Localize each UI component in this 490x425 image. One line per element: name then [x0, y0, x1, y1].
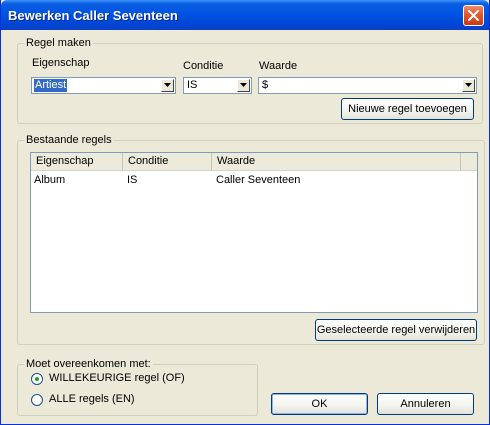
- chevron-down-icon: [240, 83, 247, 87]
- radio-all-label: ALLE regels (EN): [49, 393, 135, 405]
- property-select[interactable]: Artiest: [31, 77, 176, 94]
- window-title: Bewerken Caller Seventeen: [8, 8, 178, 23]
- radio-any-indicator[interactable]: [31, 373, 43, 385]
- condition-selected-value: IS: [187, 79, 198, 91]
- row-condition: IS: [127, 174, 138, 186]
- column-header-property[interactable]: Eigenschap: [31, 153, 123, 171]
- radio-all[interactable]: ALLE regels (EN): [31, 393, 231, 407]
- value-select[interactable]: $: [258, 77, 477, 94]
- edit-dialog: Bewerken Caller Seventeen Regel maken Ei…: [0, 0, 490, 425]
- match-legend: Moet overeenkomen met:: [26, 358, 151, 370]
- existing-rules-legend: Bestaande regels: [26, 134, 112, 146]
- value-label: Waarde: [259, 60, 298, 72]
- close-button[interactable]: [463, 5, 484, 26]
- remove-rule-button[interactable]: Geselecteerde regel verwijderen: [315, 319, 477, 341]
- ok-button[interactable]: OK: [271, 393, 368, 415]
- chevron-down-icon: [465, 83, 472, 87]
- close-icon: [468, 10, 479, 21]
- match-group: Moet overeenkomen met:: [17, 358, 258, 416]
- condition-label: Conditie: [183, 60, 224, 72]
- property-label: Eigenschap: [32, 57, 90, 69]
- condition-select[interactable]: IS: [183, 77, 252, 94]
- add-rule-button[interactable]: Nieuwe regel toevoegen: [341, 98, 474, 120]
- value-selected-value: $: [262, 79, 269, 91]
- value-dropdown-button[interactable]: [462, 79, 475, 92]
- radio-any[interactable]: WILLEKEURIGE regel (OF): [31, 372, 231, 386]
- column-header-condition[interactable]: Conditie: [123, 153, 212, 171]
- rules-list[interactable]: Eigenschap Conditie Waarde Album IS Call…: [30, 152, 478, 313]
- row-property: Album: [34, 174, 66, 186]
- radio-any-label: WILLEKEURIGE regel (OF): [49, 372, 185, 384]
- rules-list-header: Eigenschap Conditie Waarde: [31, 153, 477, 171]
- column-header-value[interactable]: Waarde: [212, 153, 461, 171]
- chevron-down-icon: [164, 83, 171, 87]
- table-row[interactable]: Album IS Caller Seventeen: [31, 173, 477, 188]
- cancel-button[interactable]: Annuleren: [377, 393, 474, 415]
- title-bar[interactable]: Bewerken Caller Seventeen: [1, 0, 489, 30]
- make-rule-legend: Regel maken: [26, 37, 91, 49]
- radio-all-indicator[interactable]: [31, 394, 43, 406]
- property-dropdown-button[interactable]: [161, 79, 174, 92]
- row-value: Caller Seventeen: [216, 174, 301, 186]
- condition-dropdown-button[interactable]: [237, 79, 250, 92]
- property-selected-value: Artiest: [34, 79, 68, 92]
